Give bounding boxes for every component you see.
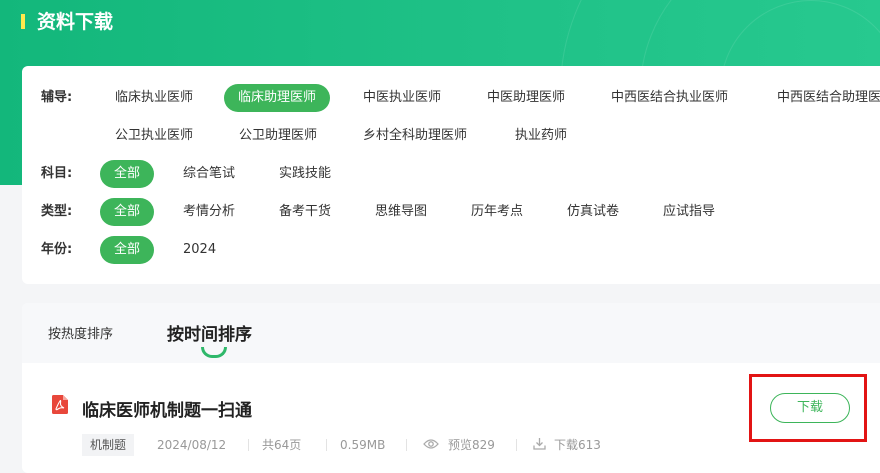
filter-label-coaching: 辅导: [41, 90, 73, 105]
divider [248, 439, 249, 451]
filter-option-type[interactable]: 备考干货 [279, 198, 331, 226]
filter-option-year[interactable]: 2024 [183, 236, 216, 264]
filter-panel: 辅导: 临床执业医师 临床助理医师 中医执业医师 中医助理医师 中西医结合执业医… [22, 66, 880, 284]
page-title: 资料下载 [37, 11, 114, 33]
resource-download-count: 下载613 [554, 438, 601, 452]
resource-title[interactable]: 临床医师机制题一扫通 [82, 396, 252, 421]
filter-option-coaching[interactable]: 中西医结合助理医师 [777, 84, 880, 112]
resource-preview-count: 预览829 [448, 438, 495, 452]
divider [326, 439, 327, 451]
sort-tab-time[interactable]: 按时间排序 [167, 320, 252, 345]
resource-size: 0.59MB [340, 438, 386, 452]
filter-option-type[interactable]: 思维导图 [375, 198, 427, 226]
title-accent-bar [21, 14, 25, 29]
filter-option-type[interactable]: 应试指导 [663, 198, 715, 226]
filter-label-type: 类型: [41, 204, 73, 219]
filter-option-coaching[interactable]: 公卫助理医师 [239, 122, 317, 150]
filter-option-type[interactable]: 仿真试卷 [567, 198, 619, 226]
eye-icon [423, 439, 439, 449]
divider [516, 439, 517, 451]
filter-label-subject: 科目: [41, 166, 73, 181]
filter-option-subject[interactable]: 实践技能 [279, 160, 331, 188]
filter-option-coaching[interactable]: 执业药师 [515, 122, 567, 150]
filter-option-type[interactable]: 历年考点 [471, 198, 523, 226]
divider [406, 439, 407, 451]
highlight-annotation-box [749, 374, 867, 442]
filter-option-coaching[interactable]: 中医执业医师 [363, 84, 441, 112]
filter-option-coaching[interactable]: 临床执业医师 [115, 84, 193, 112]
filter-option-coaching-active[interactable]: 临床助理医师 [224, 84, 331, 112]
sort-tab-popularity[interactable]: 按热度排序 [48, 323, 113, 342]
filter-option-year-active[interactable]: 全部 [100, 236, 155, 264]
filter-option-subject[interactable]: 综合笔试 [183, 160, 235, 188]
resource-date: 2024/08/12 [157, 438, 227, 452]
resource-tag: 机制题 [82, 434, 135, 456]
filter-option-coaching[interactable]: 中西医结合执业医师 [611, 84, 728, 112]
pdf-icon [52, 395, 68, 414]
sort-tab-bar [22, 303, 880, 363]
filter-label-year: 年份: [41, 242, 73, 257]
filter-option-coaching[interactable]: 中医助理医师 [487, 84, 565, 112]
filter-option-coaching[interactable]: 乡村全科助理医师 [363, 122, 467, 150]
filter-option-type-active[interactable]: 全部 [100, 198, 155, 226]
download-icon [533, 438, 546, 450]
filter-option-coaching[interactable]: 公卫执业医师 [115, 122, 193, 150]
filter-option-type[interactable]: 考情分析 [183, 198, 235, 226]
filter-option-subject-active[interactable]: 全部 [100, 160, 155, 188]
resource-pages: 共64页 [262, 438, 302, 452]
